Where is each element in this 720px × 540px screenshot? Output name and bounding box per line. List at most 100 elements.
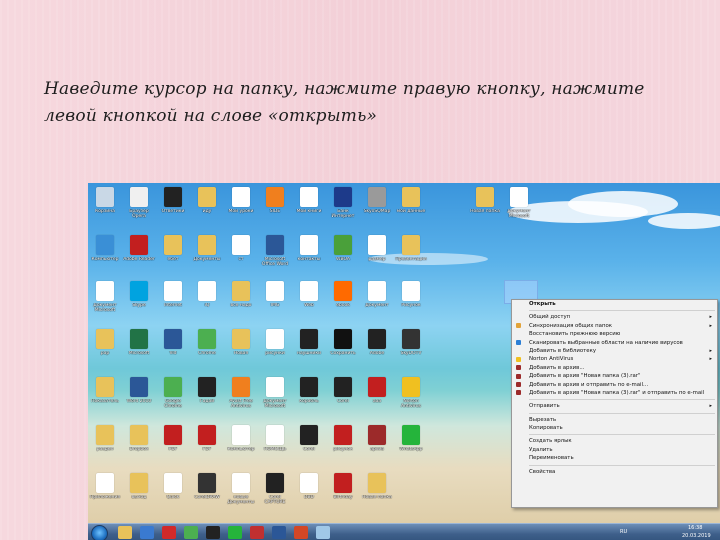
context-menu-item[interactable]: Добавить в архив "Новая папка (3).rar" <box>512 372 717 380</box>
desktop-icon[interactable]: Avast Free Antivirus <box>224 377 258 421</box>
context-menu-item[interactable]: Вырезать <box>512 416 717 424</box>
taskbar-app-capture[interactable] <box>206 526 220 539</box>
desktop-icon[interactable]: Google Chrome <box>156 377 190 421</box>
desktop-icon[interactable]: iQ <box>190 281 224 325</box>
desktop-icon[interactable]: Документ <box>360 281 394 325</box>
context-menu-item[interactable]: Отправить ▸ <box>512 402 717 410</box>
desktop-icon[interactable]: SkyDOTV <box>394 329 428 373</box>
language-indicator[interactable]: RU <box>620 529 627 535</box>
context-menu-item[interactable]: Копировать <box>512 424 717 432</box>
desktop-icon[interactable]: Adobe <box>360 329 394 373</box>
desktop-icon[interactable]: контакты <box>292 235 326 279</box>
desktop-icon[interactable]: WhatsApp <box>394 425 428 469</box>
context-menu-item[interactable]: Сканировать выбранные области на наличие… <box>512 339 717 347</box>
desktop-icon[interactable]: Skype <box>122 281 156 325</box>
desktop-icon[interactable]: Quick <box>156 473 190 517</box>
desktop-icon[interactable]: WBOA <box>326 235 360 279</box>
context-menu-item[interactable]: Добавить в архив и отправить по e-mail..… <box>512 381 717 389</box>
desktop-icon[interactable]: Документ Microsoft <box>88 281 122 325</box>
desktop-icon[interactable]: ПОМОЩЬ <box>258 425 292 469</box>
desktop-icon[interactable]: Word 2010 <box>122 377 156 421</box>
desktop-icon[interactable]: Internet <box>156 281 190 325</box>
clock-time[interactable]: 16:38 <box>688 525 702 531</box>
desktop-icon[interactable]: рар <box>88 329 122 373</box>
desktop-icon[interactable]: Браузер Opera <box>122 187 156 231</box>
desktop-icon[interactable]: Web <box>292 281 326 325</box>
desktop-icon[interactable]: Corel <box>326 377 360 421</box>
desktop-icon[interactable]: Сохранить <box>326 329 360 373</box>
desktop-icon[interactable]: Компьютер <box>224 425 258 469</box>
start-button[interactable] <box>91 525 108 540</box>
taskbar-app-opera[interactable] <box>162 526 176 539</box>
desktop-icon[interactable]: Новая <box>224 329 258 373</box>
desktop-icon[interactable]: иду <box>190 187 224 231</box>
desktop-icon[interactable]: PDF <box>156 425 190 469</box>
desktop-icon[interactable]: Microsoft Office Word <box>258 235 292 279</box>
desktop-icon[interactable]: Новая папка <box>360 473 394 517</box>
context-menu-item[interactable]: Создать ярлык <box>512 437 717 445</box>
desktop-icon[interactable]: рисунок <box>326 425 360 469</box>
desktop-icon[interactable]: Банк Интернет <box>326 187 360 231</box>
desktop-icon[interactable]: наушники <box>292 329 326 373</box>
desktop-icon[interactable]: Microsoft <box>122 329 156 373</box>
desktop-icon[interactable]: ааа <box>360 377 394 421</box>
desktop-icon[interactable]: архив <box>360 425 394 469</box>
desktop-icon[interactable]: Chrome <box>190 329 224 373</box>
desktop-icon[interactable]: Презентация <box>394 235 428 279</box>
desktop-icon[interactable]: Гадай <box>190 377 224 421</box>
desktop-icon[interactable]: Документы <box>190 235 224 279</box>
desktop-icon[interactable]: Мои книги <box>292 187 326 231</box>
taskbar-app-chrome[interactable] <box>184 526 198 539</box>
desktop-icon[interactable]: корабль <box>292 377 326 421</box>
desktop-icon[interactable]: Dropbox <box>122 425 156 469</box>
desktop-icon[interactable]: Корзина <box>88 187 122 231</box>
desktop-icon[interactable]: Birthday <box>326 473 360 517</box>
context-menu-item[interactable]: Norton AntiVirus ▸ <box>512 355 717 363</box>
desktop-icon[interactable]: Документ Microsoft <box>258 377 292 421</box>
context-menu-item[interactable]: Переименовать <box>512 454 717 462</box>
desktop-icon[interactable]: ебет <box>156 235 190 279</box>
taskbar-app-player[interactable] <box>250 526 264 539</box>
desktop-icon[interactable]: Adobe Reader <box>122 235 156 279</box>
taskbar-app-picture[interactable] <box>316 526 330 539</box>
desktop-icon[interactable]: SIDE <box>258 187 292 231</box>
desktop-icon[interactable]: Новая папка <box>468 187 502 231</box>
desktop-icon[interactable]: раздел <box>88 425 122 469</box>
clock-date[interactable]: 20.03.2019 <box>682 533 711 539</box>
taskbar-app-word[interactable] <box>272 526 286 539</box>
context-menu-item[interactable]: Свойства <box>512 468 717 476</box>
desktop-icon[interactable]: Компьютер <box>88 235 122 279</box>
taskbar-app-powerpoint[interactable] <box>294 526 308 539</box>
taskbar-app-media[interactable] <box>140 526 154 539</box>
context-menu-item[interactable]: Добавить в библиотеку ▸ <box>512 347 717 355</box>
desktop-icon[interactable]: мои данные <box>394 187 428 231</box>
desktop-icon[interactable]: IMG <box>258 281 292 325</box>
desktop-icon[interactable]: размер <box>360 235 394 279</box>
desktop-icon[interactable]: Показатель <box>88 377 122 421</box>
desktop-icon[interactable]: SkyoSQMap <box>360 187 394 231</box>
desktop-icon[interactable]: Vid <box>156 329 190 373</box>
context-menu-item[interactable]: Добавить в архив... <box>512 364 717 372</box>
desktop-icon[interactable]: DBD <box>292 473 326 517</box>
desktop-icon[interactable]: FDF <box>190 425 224 469</box>
taskbar-app-explorer[interactable] <box>118 526 132 539</box>
desktop-icon[interactable]: Norton Antivirus <box>394 377 428 421</box>
context-menu-item[interactable]: Общий доступ ▸ <box>512 313 717 321</box>
context-menu-item[interactable]: Добавить в архив "Новая папка (3).rar" и… <box>512 389 717 397</box>
desktop-icon[interactable]: все надо <box>224 281 258 325</box>
context-menu-item[interactable]: Восстановить прежнюю версию <box>512 330 717 338</box>
desktop-icon[interactable]: Документ Microsoft <box>502 187 536 231</box>
desktop-icon[interactable]: CorelDRAW <box>190 473 224 517</box>
desktop-icon[interactable]: Corel CAPTURE <box>258 473 292 517</box>
desktop-icon[interactable]: выход <box>122 473 156 517</box>
context-menu-item[interactable]: Удалить <box>512 446 717 454</box>
taskbar-app-whatsapp[interactable] <box>228 526 242 539</box>
desktop-icon[interactable]: Рисунок <box>394 281 428 325</box>
desktop-icon[interactable]: Приложения <box>88 473 122 517</box>
desktop-icon[interactable]: Мои уроки <box>224 187 258 231</box>
desktop-icon[interactable]: ст <box>224 235 258 279</box>
desktop-icon[interactable]: Corel <box>292 425 326 469</box>
desktop-icon[interactable]: ebook <box>326 281 360 325</box>
context-menu-item[interactable]: Синхронизация общих папок ▸ <box>512 322 717 330</box>
desktop-icon[interactable]: рисунки <box>258 329 292 373</box>
